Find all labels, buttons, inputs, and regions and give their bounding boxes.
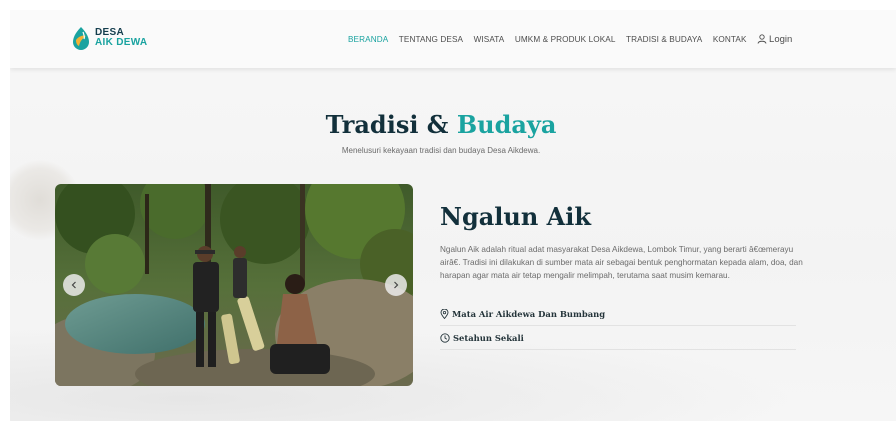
tradition-photo [55,184,413,386]
nav-item-wisata[interactable]: WISATA [474,35,505,44]
brand-logo[interactable]: DESA AIK DEWA [70,26,147,50]
navbar: DESA AIK DEWA BERANDA TENTANG DESA WISAT… [10,10,896,68]
user-icon [757,34,767,44]
logo-line2: AIK DEWA [95,37,148,48]
nav-item-kontak[interactable]: KONTAK [713,35,747,44]
tradition-frequency: Setahun Sekali [440,333,796,350]
nav-menu: BERANDA TENTANG DESA WISATA UMKM & PRODU… [348,10,792,68]
map-pin-icon [440,309,449,319]
chevron-left-icon [71,281,76,289]
chevron-right-icon [394,281,399,289]
tradition-description: Ngalun Aik adalah ritual adat masyarakat… [440,245,803,280]
tradition-title: Ngalun Aik [440,202,592,231]
nav-item-tentang-desa[interactable]: TENTANG DESA [399,35,463,44]
carousel-prev-button[interactable] [63,274,85,296]
page-title: Tradisi & Budaya [10,110,872,139]
tradition-location: Mata Air Aikdewa Dan Bumbang [440,309,796,326]
logo-text: DESA AIK DEWA [95,28,147,48]
logo-icon [73,27,89,50]
nav-item-beranda[interactable]: BERANDA [348,35,388,44]
nav-item-tradisi-budaya[interactable]: TRADISI & BUDAYA [626,35,702,44]
page-title-accent: Budaya [456,110,557,139]
page-frame: DESA AIK DEWA BERANDA TENTANG DESA WISAT… [10,10,896,421]
login-link[interactable]: Login [757,34,792,45]
page-title-part1: Tradisi & [325,110,449,139]
tradition-frequency-text: Setahun Sekali [453,333,524,343]
clock-icon [440,333,450,343]
tradition-location-text: Mata Air Aikdewa Dan Bumbang [452,309,606,319]
tradition-carousel [55,184,413,386]
page-subtitle: Menelusuri kekayaan tradisi dan budaya D… [341,146,541,155]
login-label: Login [769,33,793,45]
nav-item-umkm[interactable]: UMKM & PRODUK LOKAL [515,35,616,44]
carousel-next-button[interactable] [385,274,407,296]
